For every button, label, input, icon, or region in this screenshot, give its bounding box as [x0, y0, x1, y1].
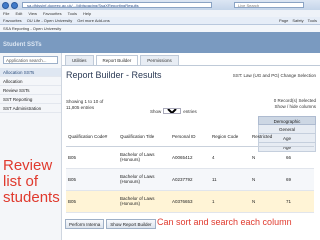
app-tabs: Utilities Report Builder Permissions — [62, 55, 320, 65]
tab-report-builder[interactable]: Report Builder — [95, 55, 139, 65]
menu-file[interactable]: File — [3, 11, 9, 16]
page-size-control: Show entries — [150, 108, 197, 114]
show-hide-columns-link[interactable]: Show / hide columns — [274, 104, 316, 109]
table-row[interactable]: B05 Bachelor of Laws (Honours) A0065412 … — [66, 146, 314, 169]
cell-extra: 69 — [284, 168, 314, 191]
menu-edit[interactable]: Edit — [15, 11, 22, 16]
page-menu[interactable]: Page — [279, 18, 288, 23]
column-header-personal-id[interactable]: Personal ID — [170, 128, 210, 147]
cell-qualification-code: B05 — [66, 146, 118, 169]
cell-restricted: N — [250, 168, 284, 191]
cell-restricted: N — [250, 190, 284, 213]
table-row[interactable]: B05 Bachelor of Laws (Honours) A0376653 … — [66, 190, 314, 213]
application-search-input[interactable]: Application search... — [3, 56, 58, 64]
entries-label: entries — [183, 108, 197, 114]
column-header-extra[interactable] — [284, 128, 314, 147]
results-table: Qualification Code# Qualification Title … — [66, 128, 314, 213]
column-header-restricted[interactable]: Restricted — [250, 128, 284, 147]
cell-qualification-code: B05 — [66, 190, 118, 213]
show-report-builder-button[interactable]: Show Report Builder — [106, 219, 156, 229]
cell-extra: 66 — [284, 146, 314, 169]
cell-region-code: 11 — [210, 168, 250, 191]
cell-qualification-title: Bachelor of Laws (Honours) — [118, 190, 170, 213]
sidebar-item-allocation[interactable]: Allocation — [0, 77, 61, 86]
sidebar-item-sst-administration[interactable]: SST Administration — [0, 104, 61, 113]
sidebar-item-allocation-ssts[interactable]: Allocation SSTs — [0, 68, 61, 77]
records-selected: 0 Record(s) Selected — [273, 98, 316, 103]
menu-tools[interactable]: Tools — [68, 11, 77, 16]
app-brand: Student SSTs — [3, 42, 42, 48]
browser-menu-bar: File Edit View Favourites Tools Help — [0, 10, 320, 17]
cell-qualification-title: Bachelor of Laws (Honours) — [118, 168, 170, 191]
filter-demographic[interactable]: Demographic — [258, 116, 316, 125]
column-header-qualification-title[interactable]: Qualification Title — [118, 128, 170, 147]
report-panel: Report Builder - Results SST: Law (UG an… — [62, 65, 320, 240]
sidebar: Application search... Allocation SSTs Al… — [0, 53, 62, 240]
browser-search-input[interactable]: Live Search — [234, 2, 304, 8]
cell-personal-id: A0376653 — [170, 190, 210, 213]
cell-region-code: 4 — [210, 146, 250, 169]
sst-selection-link[interactable]: SST: Law (UG and PG) Change Selection — [233, 73, 316, 78]
favourites-bar: Favourites OU Life - Open University Get… — [0, 17, 320, 25]
tab-permissions[interactable]: Permissions — [140, 55, 179, 65]
cell-restricted: N — [250, 146, 284, 169]
address-bar: sa-dfdssinf-dupeec.ac.uk/...//dblspacing… — [0, 0, 320, 10]
menu-view[interactable]: View — [28, 11, 37, 16]
favourite-addons[interactable]: Get more Add-ons — [77, 18, 109, 23]
back-icon[interactable] — [2, 1, 9, 9]
perform-button[interactable]: Perform Interna — [65, 219, 105, 229]
favourite-ou-life[interactable]: OU Life - Open University — [27, 18, 73, 23]
tab-utilities[interactable]: Utilities — [65, 55, 94, 65]
forward-icon[interactable] — [11, 1, 18, 9]
app-header: Student SSTs — [0, 32, 320, 53]
sidebar-item-review-ssts[interactable]: Review SSTs — [0, 86, 61, 95]
cell-personal-id: A0237792 — [170, 168, 210, 191]
tools-menu[interactable]: Tools — [308, 18, 317, 23]
column-header-region-code[interactable]: Region Code — [210, 128, 250, 147]
cell-qualification-code: B05 — [66, 168, 118, 191]
annotation-review-list: Review list of students — [3, 157, 60, 206]
page-title: Report Builder - Results — [66, 70, 162, 80]
cell-qualification-title: Bachelor of Laws (Honours) — [118, 146, 170, 169]
entries-summary: Showing 1 to 10 of 11,805 entries — [66, 99, 103, 111]
menu-favourites[interactable]: Favourites — [43, 11, 62, 16]
favourites-button[interactable]: Favourites — [3, 18, 22, 23]
show-label: Show — [150, 108, 162, 114]
cell-personal-id: A0065412 — [170, 146, 210, 169]
browser-tab[interactable]: SSA Reporting - Open University — [0, 25, 320, 32]
entries-summary-line2: 11,805 entries — [66, 105, 95, 110]
column-header-qualification-code[interactable]: Qualification Code# — [66, 128, 118, 147]
cell-region-code: 1 — [210, 190, 250, 213]
safety-menu[interactable]: Safety — [292, 18, 303, 23]
page-size-select[interactable] — [163, 108, 182, 114]
cell-extra: 71 — [284, 190, 314, 213]
table-row[interactable]: B05 Bachelor of Laws (Honours) A0237792 … — [66, 168, 314, 191]
annotation-sort-search: Can sort and search each column — [157, 217, 292, 227]
url-field[interactable]: sa-dfdssinf-dupeec.ac.uk/...//dblspacing… — [22, 2, 212, 8]
menu-help[interactable]: Help — [83, 11, 91, 16]
sidebar-item-sst-reporting[interactable]: SST Reporting — [0, 95, 61, 104]
